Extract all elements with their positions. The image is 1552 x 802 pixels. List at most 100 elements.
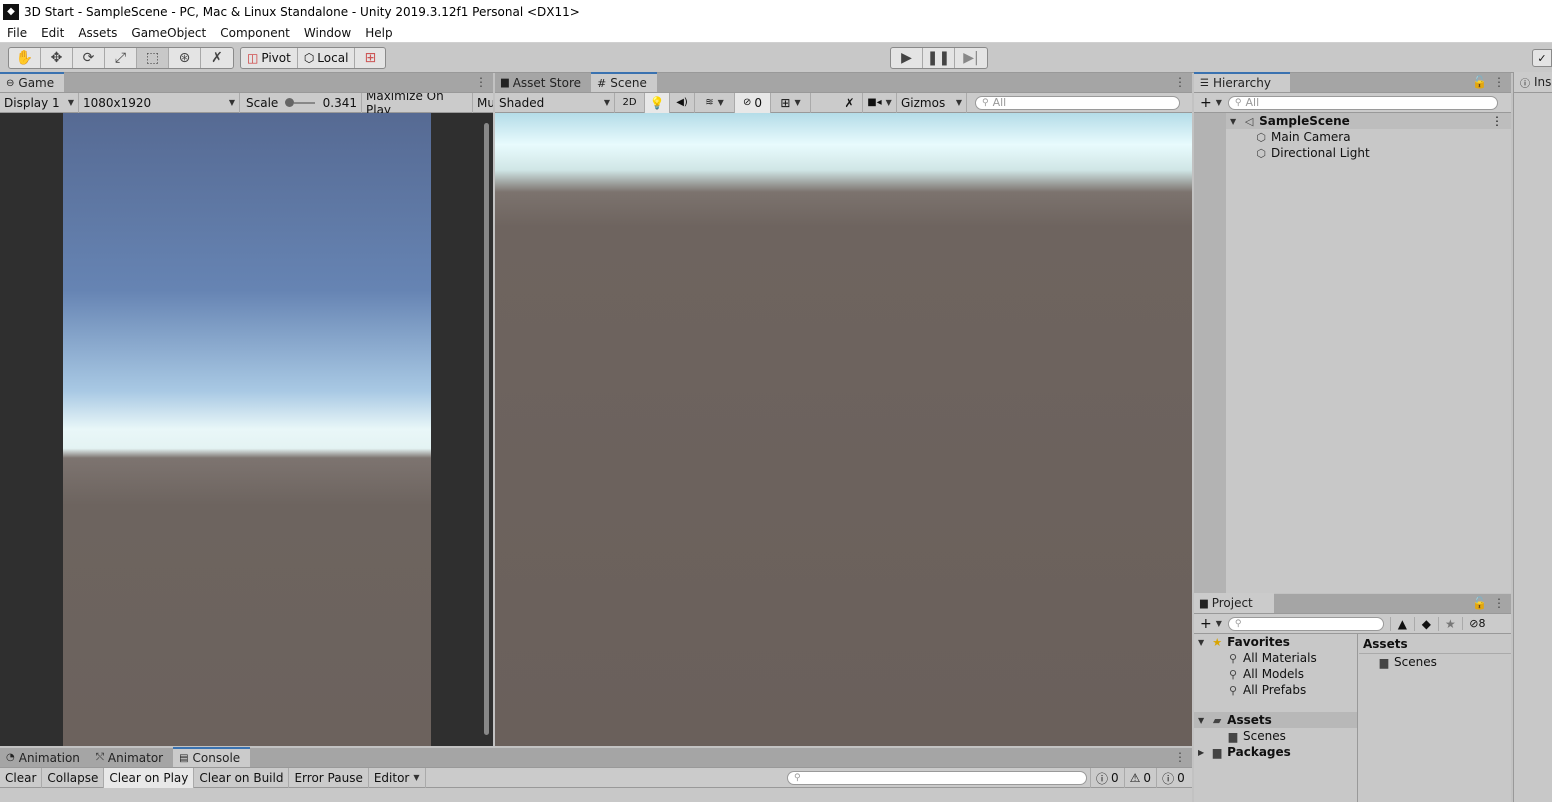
error-pause-toggle[interactable]: Error Pause	[289, 767, 369, 788]
star-icon[interactable]: ★	[1437, 616, 1462, 631]
clear-button[interactable]: Clear	[0, 767, 43, 788]
grid-toggle-icon[interactable]: ⊞ ▼	[771, 92, 811, 113]
hand-tool-icon[interactable]: ✋	[9, 48, 41, 68]
hierarchy-item-main-camera[interactable]: ⬡ Main Camera	[1226, 129, 1511, 145]
scale-slider-track[interactable]	[285, 98, 316, 107]
menu-gameobject[interactable]: GameObject	[124, 26, 213, 40]
lock-icon[interactable]: 🔓	[1472, 75, 1487, 89]
scene-search-input[interactable]: ⚲ All	[975, 95, 1180, 110]
animation-clock-icon: ◔	[6, 752, 15, 763]
add-icon[interactable]: +	[1194, 616, 1216, 632]
mute-audio-toggle[interactable]: Mu	[473, 93, 493, 113]
asset-browser-breadcrumb[interactable]: Assets	[1359, 634, 1511, 654]
rotate-tool-icon[interactable]: ⟳	[73, 48, 105, 68]
lock-icon[interactable]: 🔓	[1472, 596, 1487, 610]
tab-console[interactable]: ▤ Console	[173, 747, 251, 767]
collapse-button[interactable]: Collapse	[42, 767, 105, 788]
log-count-toggle[interactable]: ⓘ 0	[1090, 768, 1125, 788]
grid-snap-icon[interactable]: ⊞	[355, 48, 385, 68]
menu-edit[interactable]: Edit	[34, 26, 71, 40]
menu-assets[interactable]: Assets	[71, 26, 124, 40]
expand-arrow-icon[interactable]: ▼	[1230, 117, 1236, 126]
tab-animation[interactable]: ◔ Animation	[0, 748, 90, 767]
project-menu-icon[interactable]: ⋮	[1493, 596, 1505, 610]
mode-2d-toggle[interactable]: 2D	[615, 92, 645, 113]
scenes-folder-item[interactable]: ▆ Scenes	[1194, 728, 1357, 744]
camera-icon[interactable]: ■◂ ▼	[863, 92, 897, 113]
tab-inspector[interactable]: ⓘ Ins	[1514, 72, 1552, 92]
favorites-item[interactable]: ▼ ★ Favorites	[1194, 634, 1357, 650]
pause-button-icon[interactable]: ❚❚	[923, 48, 955, 68]
assets-folder-item[interactable]: ▼ ▰ Assets	[1194, 712, 1357, 728]
error-count-toggle[interactable]: ⓘ 0	[1157, 768, 1190, 788]
scene-root-item[interactable]: ▼ ◁ SampleScene ⋮	[1226, 113, 1511, 129]
favorite-all-materials[interactable]: ⚲ All Materials	[1194, 650, 1357, 666]
hierarchy-search-input[interactable]: ⚲ All	[1227, 95, 1498, 110]
pivot-button[interactable]: ◫ Pivot	[241, 48, 298, 68]
warning-count-toggle[interactable]: ⚠ 0	[1125, 768, 1158, 788]
menu-file[interactable]: File	[0, 26, 34, 40]
console-icon: ▤	[179, 752, 189, 764]
expand-arrow-icon[interactable]: ▶	[1198, 748, 1204, 757]
filter-type-icon[interactable]: ▲	[1389, 616, 1414, 631]
step-button-icon[interactable]: ▶|	[955, 48, 987, 68]
scale-slider[interactable]: Scale 0.341	[240, 92, 362, 113]
expand-arrow-icon[interactable]: ▼	[1198, 716, 1204, 725]
game-menu-icon[interactable]: ⋮	[475, 75, 487, 89]
maximize-on-play-toggle[interactable]: Maximize On Play	[362, 89, 473, 117]
game-viewport[interactable]	[0, 113, 493, 746]
effects-icon[interactable]: ≋ ▼	[695, 92, 735, 113]
asset-scenes-folder[interactable]: ▆ Scenes	[1359, 654, 1511, 670]
lighting-icon[interactable]: 💡	[645, 92, 670, 113]
warning-triangle-icon: ⚠	[1129, 771, 1141, 785]
display-dropdown[interactable]: Display 1 ▼	[0, 92, 79, 113]
shading-mode-dropdown[interactable]: Shaded ▼	[495, 92, 615, 113]
tab-asset-store[interactable]: ▆ Asset Store	[495, 73, 591, 92]
custom-tool-icon[interactable]: ✗	[201, 48, 233, 68]
audio-icon[interactable]: ◀)	[670, 92, 695, 113]
folder-icon: ▆	[1200, 597, 1208, 609]
chevron-down-icon[interactable]: ▼	[1216, 619, 1222, 628]
favorite-all-prefabs[interactable]: ⚲ All Prefabs	[1194, 682, 1357, 698]
scene-visibility-icon[interactable]: ⊘ 0	[735, 92, 771, 113]
game-scrollbar[interactable]	[484, 123, 489, 735]
hierarchy-item-directional-light[interactable]: ⬡ Directional Light	[1226, 145, 1511, 161]
favorite-all-models[interactable]: ⚲ All Models	[1194, 666, 1357, 682]
tab-hierarchy[interactable]: ☰ Hierarchy	[1194, 72, 1290, 92]
console-search-input[interactable]: ⚲	[787, 771, 1087, 785]
hierarchy-menu-icon[interactable]: ⋮	[1493, 75, 1505, 89]
menu-help[interactable]: Help	[358, 26, 399, 40]
expand-arrow-icon[interactable]: ▼	[1198, 638, 1204, 647]
menu-component[interactable]: Component	[213, 26, 297, 40]
project-search-input[interactable]: ⚲	[1227, 616, 1384, 631]
scene-viewport[interactable]	[495, 113, 1192, 746]
rect-tool-icon[interactable]: ⬚	[137, 48, 169, 68]
move-tool-icon[interactable]: ✥	[41, 48, 73, 68]
clear-on-play-toggle[interactable]: Clear on Play	[104, 767, 195, 788]
game-control-bar: Display 1 ▼ 1080x1920 ▼ Scale 0.341 Maximi…	[0, 89, 493, 117]
clear-on-build-toggle[interactable]: Clear on Build	[194, 767, 290, 788]
tab-project[interactable]: ▆ Project	[1194, 593, 1274, 613]
tab-scene[interactable]: # Scene	[591, 72, 657, 92]
transform-tool-icon[interactable]: ⊛	[169, 48, 201, 68]
label-tag-icon[interactable]: ◆	[1413, 616, 1438, 631]
cloud-check-icon[interactable]: ✓	[1532, 49, 1552, 67]
chevron-down-icon[interactable]: ▼	[1216, 98, 1222, 107]
tab-game[interactable]: ⊖ Game	[0, 72, 65, 92]
editor-dropdown[interactable]: Editor ▼	[369, 767, 426, 788]
scene-options-icon[interactable]: ⋮	[1491, 114, 1503, 128]
hidden-packages-icon[interactable]: ⊘8	[1461, 617, 1492, 630]
tools-icon[interactable]: ✗	[837, 92, 863, 113]
add-icon[interactable]: +	[1194, 95, 1216, 111]
scale-tool-icon[interactable]: ⤢	[105, 48, 137, 68]
packages-folder-item[interactable]: ▶ ▆ Packages	[1194, 744, 1357, 760]
resolution-dropdown[interactable]: 1080x1920 ▼	[79, 92, 240, 113]
gizmos-dropdown[interactable]: Gizmos ▼	[897, 92, 967, 113]
scene-menu-icon[interactable]: ⋮	[1174, 75, 1186, 89]
tab-animator[interactable]: ⤲ Animator	[90, 748, 173, 767]
play-button-icon[interactable]: ▶	[891, 48, 923, 68]
menu-window[interactable]: Window	[297, 26, 358, 40]
console-menu-icon[interactable]: ⋮	[1174, 750, 1186, 764]
local-button[interactable]: ⬡ Local	[298, 48, 356, 68]
project-panel: ▆ Project 🔓 ⋮ + ▼ ⚲ ▲ ◆ ★ ⊘8 ▼ ★ Favorit…	[1194, 593, 1511, 802]
